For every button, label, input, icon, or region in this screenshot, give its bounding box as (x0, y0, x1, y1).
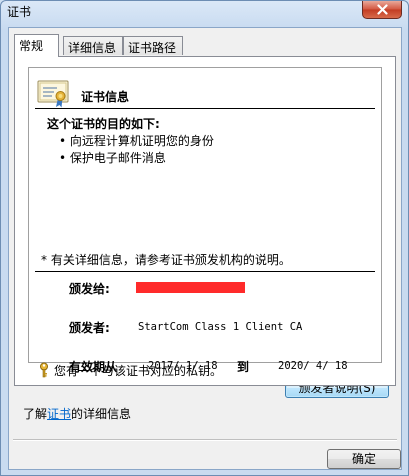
purpose-item: 向远程计算机证明您的身份 (59, 133, 214, 150)
separator (13, 439, 397, 441)
certificate-info-heading: 证书信息 (81, 90, 130, 104)
private-key-row: 您有一个与该证书对应的私钥。 (39, 362, 222, 379)
certificate-window: 证书 常规 详细信息 证书路径 证书信息 这个证书的目的如下: • 向远程计算机… (0, 0, 409, 476)
key-icon (40, 362, 48, 378)
issued-by-value: StartCom Class 1 Client CA (138, 321, 303, 333)
certificates-link[interactable]: 证书 (47, 407, 71, 421)
issued-to-label: 颁发给: (69, 282, 110, 296)
purpose-list: 向远程计算机证明您的身份 保护电子邮件消息 (59, 133, 214, 167)
window-title: 证书 (7, 5, 32, 19)
certificate-info-box: 证书信息 这个证书的目的如下: 向远程计算机证明您的身份 保护电子邮件消息 * … (28, 67, 382, 374)
tab-label: 常规 (19, 39, 44, 53)
close-button[interactable] (362, 1, 402, 19)
learn-more-prefix: 了解 (23, 407, 48, 421)
learn-more-text: 了解证书的详细信息 (23, 405, 131, 422)
tab-details[interactable]: 详细信息 (63, 36, 123, 55)
purpose-title: 这个证书的目的如下: (47, 117, 160, 131)
valid-to-label: 到 (237, 360, 250, 374)
ok-label: 确定 (351, 452, 376, 466)
general-tab-panel: 证书信息 这个证书的目的如下: 向远程计算机证明您的身份 保护电子邮件消息 * … (14, 56, 396, 386)
issuer-statement-note: * 有关详细信息，请参考证书颁发机构的说明。 (41, 253, 291, 267)
tab-general[interactable]: 常规 (14, 34, 59, 57)
tab-certification-path[interactable]: 证书路径 (123, 36, 183, 55)
divider (35, 271, 375, 272)
valid-to-value: 2020/ 4/ 18 (278, 360, 348, 372)
ok-button[interactable]: 确定 (327, 449, 401, 469)
title-bar[interactable]: 证书 (1, 1, 408, 27)
learn-more-suffix: 的详细信息 (71, 407, 132, 421)
redacted-issued-to-value (136, 282, 245, 293)
divider (35, 108, 375, 109)
purpose-item: 保护电子邮件消息 (59, 150, 214, 167)
tab-label: 详细信息 (68, 41, 117, 55)
dialog-body: 常规 详细信息 证书路径 证书信息 这个证书的目的如下: • 向远程计算机证明您… (8, 27, 402, 470)
private-key-text: 您有一个与该证书对应的私钥。 (54, 364, 223, 378)
close-icon (377, 4, 388, 15)
tab-label: 证书路径 (128, 41, 177, 55)
issued-by-label: 颁发者: (69, 321, 110, 335)
certificate-icon (37, 80, 69, 108)
